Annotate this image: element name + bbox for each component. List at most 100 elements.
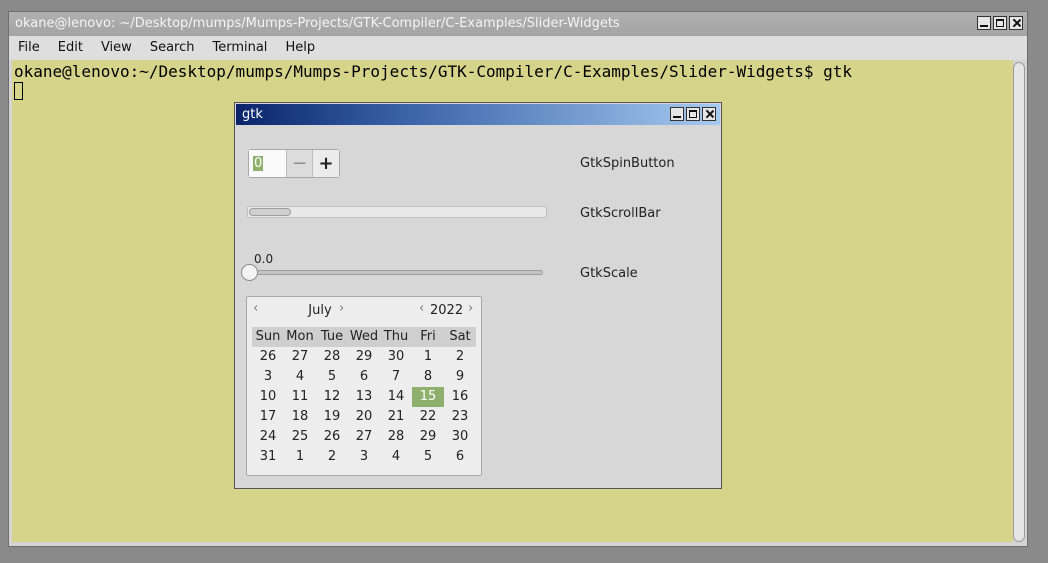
calendar-day[interactable]: 30	[444, 427, 476, 447]
calendar-day[interactable]: 26	[252, 347, 284, 367]
maximize-icon[interactable]	[686, 107, 700, 121]
calendar-day[interactable]: 21	[380, 407, 412, 427]
spin-increment-button[interactable]: +	[313, 150, 339, 177]
calendar-day[interactable]: 3	[348, 447, 380, 467]
weekday-label: Wed	[349, 329, 379, 344]
scale-value: 0.0	[254, 252, 274, 266]
weekday-header-row: Sun Mon Tue Wed Thu Fri Sat	[252, 327, 476, 347]
terminal-cursor	[14, 82, 23, 100]
minimize-icon[interactable]	[670, 107, 684, 121]
terminal-title: okane@lenovo: ~/Desktop/mumps/Mumps-Proj…	[15, 16, 620, 31]
menu-terminal[interactable]: Terminal	[203, 36, 276, 60]
calendar-week-row: 10 11 12 13 14 15 16	[252, 387, 476, 407]
horizontal-scrollbar[interactable]	[247, 206, 547, 218]
weekday-label: Fri	[420, 329, 436, 344]
scale-label: GtkScale	[580, 266, 638, 281]
terminal-titlebar[interactable]: okane@lenovo: ~/Desktop/mumps/Mumps-Proj…	[9, 12, 1027, 36]
calendar-year: 2022	[430, 303, 464, 318]
calendar-day[interactable]: 12	[316, 387, 348, 407]
gtk-window: gtk 0 − + GtkSpinButton GtkScrollBar 0.0…	[234, 102, 722, 489]
scale-trough[interactable]	[247, 270, 543, 275]
calendar-day[interactable]: 26	[316, 427, 348, 447]
scale-slider-knob[interactable]	[241, 264, 258, 281]
calendar-day[interactable]: 18	[284, 407, 316, 427]
weekday-label: Thu	[383, 329, 409, 344]
menu-file[interactable]: File	[9, 36, 49, 60]
calendar-day[interactable]: 29	[412, 427, 444, 447]
close-icon[interactable]	[1009, 16, 1023, 30]
gtk-titlebar[interactable]: gtk	[236, 104, 720, 125]
calendar-day[interactable]: 13	[348, 387, 380, 407]
calendar-day[interactable]: 9	[444, 367, 476, 387]
calendar-day[interactable]: 28	[316, 347, 348, 367]
spin-button: 0 − +	[248, 149, 340, 178]
calendar-day[interactable]: 1	[412, 347, 444, 367]
gtk-window-controls	[670, 107, 716, 121]
calendar-day[interactable]: 4	[380, 447, 412, 467]
spin-entry[interactable]: 0	[249, 150, 287, 177]
prev-month-icon[interactable]: ‹	[253, 301, 258, 316]
minimize-icon[interactable]	[977, 16, 991, 30]
calendar: ‹ July › ‹ 2022 › Sun Mon Tue Wed Thu Fr…	[246, 296, 482, 476]
calendar-day[interactable]: 2	[316, 447, 348, 467]
calendar-day[interactable]: 27	[284, 347, 316, 367]
maximize-icon[interactable]	[993, 16, 1007, 30]
calendar-day[interactable]: 19	[316, 407, 348, 427]
scrollbar-thumb[interactable]	[249, 208, 291, 216]
weekday-label: Tue	[320, 329, 344, 344]
next-year-icon[interactable]: ›	[468, 301, 473, 316]
calendar-week-row: 3456789	[252, 367, 476, 387]
calendar-day[interactable]: 11	[284, 387, 316, 407]
weekday-label: Sun	[255, 329, 281, 344]
terminal-window-controls	[977, 16, 1023, 30]
prev-year-icon[interactable]: ‹	[419, 301, 424, 316]
calendar-day[interactable]: 10	[252, 387, 284, 407]
close-icon[interactable]	[702, 107, 716, 121]
calendar-day-selected[interactable]: 15	[412, 387, 444, 407]
next-month-icon[interactable]: ›	[339, 301, 344, 316]
calendar-day[interactable]: 20	[348, 407, 380, 427]
calendar-day[interactable]: 2	[444, 347, 476, 367]
calendar-day[interactable]: 28	[380, 427, 412, 447]
calendar-day[interactable]: 29	[348, 347, 380, 367]
calendar-day[interactable]: 3	[252, 367, 284, 387]
calendar-week-row: 26 27 28 29 30 1 2	[252, 347, 476, 367]
calendar-header: ‹ July › ‹ 2022 ›	[247, 297, 481, 321]
calendar-day[interactable]: 4	[284, 367, 316, 387]
calendar-day[interactable]: 1	[284, 447, 316, 467]
calendar-day[interactable]: 16	[444, 387, 476, 407]
calendar-grid: Sun Mon Tue Wed Thu Fri Sat 26 27 28 29 30 1 2…	[252, 327, 476, 467]
calendar-day[interactable]: 8	[412, 367, 444, 387]
calendar-day[interactable]: 6	[348, 367, 380, 387]
calendar-day[interactable]: 31	[252, 447, 284, 467]
menu-help[interactable]: Help	[276, 36, 324, 60]
scrollbar-label: GtkScrollBar	[580, 206, 661, 221]
calendar-day[interactable]: 24	[252, 427, 284, 447]
terminal-menubar: File Edit View Search Terminal Help	[9, 36, 1027, 60]
menu-view[interactable]: View	[92, 36, 141, 60]
calendar-day[interactable]: 6	[444, 447, 476, 467]
calendar-day[interactable]: 5	[412, 447, 444, 467]
weekday-label: Mon	[286, 329, 314, 344]
calendar-day[interactable]: 27	[348, 427, 380, 447]
menu-search[interactable]: Search	[141, 36, 204, 60]
terminal-prompt: okane@lenovo:~/Desktop/mumps/Mumps-Proje…	[14, 62, 853, 81]
calendar-day[interactable]: 30	[380, 347, 412, 367]
calendar-day[interactable]: 22	[412, 407, 444, 427]
weekday-label: Sat	[449, 329, 471, 344]
calendar-days: 26 27 28 29 30 1 2 3 4 5 6 7 8 9 10 11 12 13 14 15 16 17 18 19 2…	[252, 347, 476, 467]
calendar-week-row: 31 1 2 3 4 5 6	[252, 447, 476, 467]
calendar-day[interactable]: 5	[316, 367, 348, 387]
menu-edit[interactable]: Edit	[49, 36, 92, 60]
calendar-day[interactable]: 25	[284, 427, 316, 447]
calendar-day[interactable]: 17	[252, 407, 284, 427]
spin-value: 0	[253, 156, 264, 171]
spin-decrement-button[interactable]: −	[287, 150, 313, 177]
terminal-scrollbar[interactable]	[1013, 62, 1025, 542]
calendar-day[interactable]: 23	[444, 407, 476, 427]
calendar-week-row: 24 25 26 27 28 29 30	[252, 427, 476, 447]
calendar-day[interactable]: 7	[380, 367, 412, 387]
calendar-day[interactable]: 14	[380, 387, 412, 407]
gtk-window-title: gtk	[242, 107, 263, 122]
calendar-week-row: 17 18 19 20 21 22 23	[252, 407, 476, 427]
